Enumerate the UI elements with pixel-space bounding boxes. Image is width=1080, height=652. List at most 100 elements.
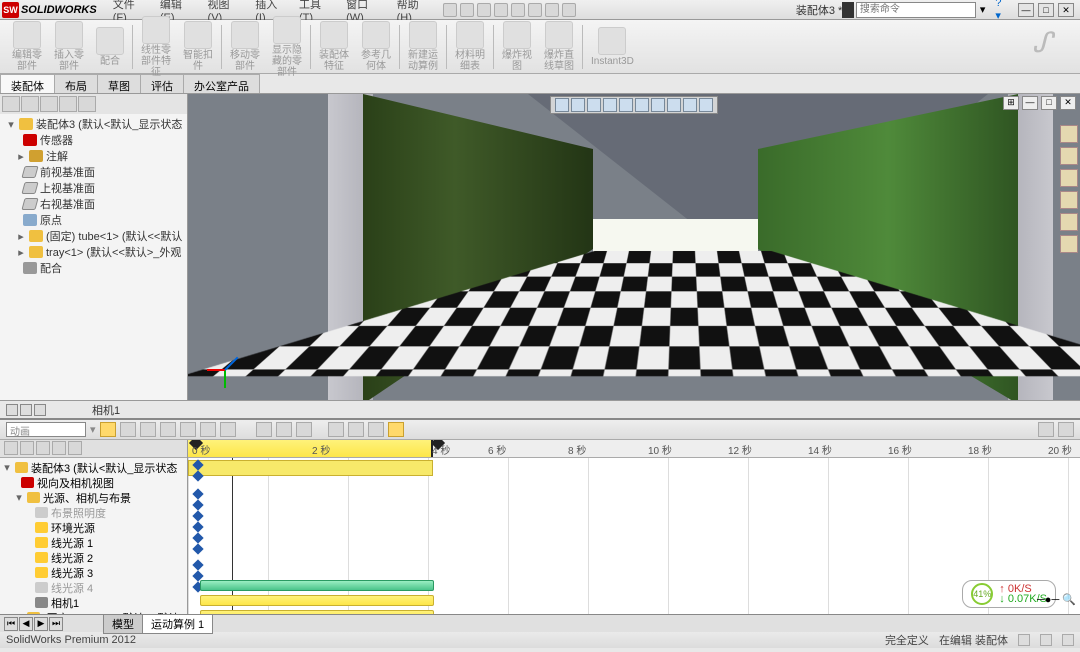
- new-motion-study-icon[interactable]: [409, 21, 437, 49]
- qat-save-icon[interactable]: [477, 3, 491, 17]
- loop-icon[interactable]: [200, 422, 216, 437]
- taskpane-custom-icon[interactable]: [1060, 235, 1078, 253]
- tree-item[interactable]: 右视基准面: [40, 196, 95, 212]
- apply-scene-icon[interactable]: [683, 98, 697, 112]
- mtree-item[interactable]: 线光源 3: [51, 565, 93, 581]
- mtree-item[interactable]: 环境光源: [51, 520, 95, 536]
- status-custom-icon[interactable]: [1040, 634, 1052, 646]
- tree-item[interactable]: 前视基准面: [40, 164, 95, 180]
- scroll-marker-icon[interactable]: [34, 404, 46, 416]
- time-ruler[interactable]: 0 秒 2 秒 4 秒 6 秒 8 秒 10 秒 12 秒 14 秒 16 秒 …: [188, 440, 1080, 458]
- scroll-right-icon[interactable]: [20, 404, 32, 416]
- key-diamond-icon[interactable]: [192, 459, 203, 470]
- fm-tab-property-icon[interactable]: [21, 96, 39, 112]
- mtree-item[interactable]: 布景照明度: [51, 505, 106, 521]
- close-button[interactable]: ✕: [1058, 3, 1074, 17]
- filter-icon[interactable]: [4, 441, 18, 455]
- viewport-min-icon[interactable]: —: [1022, 96, 1038, 110]
- timeline-bar-tray[interactable]: [200, 610, 434, 614]
- playback-speed-icon[interactable]: [180, 422, 196, 437]
- tab-assembly[interactable]: 装配体: [0, 74, 55, 93]
- key-diamond-icon[interactable]: [192, 532, 203, 543]
- fm-tab-dim-icon[interactable]: [59, 96, 77, 112]
- time-range-bar[interactable]: [188, 460, 433, 476]
- orientation-triad[interactable]: [204, 350, 244, 390]
- viewport-max-icon[interactable]: □: [1041, 96, 1057, 110]
- filter-anim-icon[interactable]: [20, 441, 34, 455]
- key-diamond-icon[interactable]: [192, 510, 203, 521]
- mtree-item[interactable]: 光源、相机与布景: [43, 490, 131, 506]
- scroll-left-icon[interactable]: [6, 404, 18, 416]
- key-diamond-icon[interactable]: [192, 499, 203, 510]
- tree-item[interactable]: 上视基准面: [40, 180, 95, 196]
- search-icon[interactable]: [842, 2, 854, 18]
- instant3d-icon[interactable]: [598, 27, 626, 55]
- key-diamond-icon[interactable]: [192, 559, 203, 570]
- bom-icon[interactable]: [456, 21, 484, 49]
- key-diamond-icon[interactable]: [192, 543, 203, 554]
- explode-sketch-icon[interactable]: [545, 21, 573, 49]
- smart-fasteners-icon[interactable]: [184, 21, 212, 49]
- fm-tab-config-icon[interactable]: [40, 96, 58, 112]
- help-icon[interactable]: ? ▾: [989, 0, 1012, 22]
- play-icon[interactable]: [140, 422, 156, 437]
- tab-last-icon[interactable]: ⏭: [49, 617, 63, 631]
- qat-open-icon[interactable]: [460, 3, 474, 17]
- prev-view-icon[interactable]: [587, 98, 601, 112]
- collapse-icon[interactable]: [1038, 422, 1054, 437]
- mtree-item[interactable]: 相机1: [51, 595, 79, 611]
- zoom-slider-icon[interactable]: ─●─ 🔍: [1037, 593, 1076, 606]
- motion-tree[interactable]: ▾装配体3 (默认<默认_显示状态 视向及相机视图 ▾光源、相机与布景 布景照明…: [0, 458, 187, 614]
- tab-sketch[interactable]: 草图: [97, 74, 141, 93]
- tab-first-icon[interactable]: ⏮: [4, 617, 18, 631]
- qat-new-icon[interactable]: [443, 3, 457, 17]
- taskpane-appearance-icon[interactable]: [1060, 213, 1078, 231]
- hide-show-icon[interactable]: [651, 98, 665, 112]
- section-view-icon[interactable]: [603, 98, 617, 112]
- study-type-select[interactable]: 动画: [6, 422, 86, 437]
- mtree-item[interactable]: 线光源 4: [51, 580, 93, 596]
- view-orient-icon[interactable]: [619, 98, 633, 112]
- anim-wizard-icon[interactable]: [256, 422, 272, 437]
- linear-pattern-icon[interactable]: [142, 16, 170, 44]
- graphics-viewport[interactable]: ⊞ — □ ✕: [188, 94, 1080, 400]
- key-diamond-icon[interactable]: [192, 521, 203, 532]
- tab-model[interactable]: 模型: [103, 614, 143, 634]
- qat-redo-icon[interactable]: [528, 3, 542, 17]
- taskpane-resources-icon[interactable]: [1060, 125, 1078, 143]
- key-diamond-icon[interactable]: [192, 470, 203, 481]
- play-start-icon[interactable]: [120, 422, 136, 437]
- addkey-icon[interactable]: [296, 422, 312, 437]
- taskpane-explorer-icon[interactable]: [1060, 169, 1078, 187]
- mtree-item[interactable]: 线光源 2: [51, 550, 93, 566]
- move-component-icon[interactable]: [231, 21, 259, 49]
- insert-component-icon[interactable]: [55, 21, 83, 49]
- status-rebuild-icon[interactable]: [1062, 634, 1074, 646]
- contact-icon[interactable]: [368, 422, 384, 437]
- calculate-icon[interactable]: [100, 422, 116, 437]
- tab-layout[interactable]: 布局: [54, 74, 98, 93]
- tree-item[interactable]: tray<1> (默认<<默认>_外观: [46, 244, 181, 260]
- autokey-icon[interactable]: [276, 422, 292, 437]
- search-input[interactable]: [856, 2, 976, 18]
- tab-motion-study-1[interactable]: 运动算例 1: [142, 614, 213, 634]
- minimize-button[interactable]: —: [1018, 3, 1034, 17]
- filter-sel-icon[interactable]: [52, 441, 66, 455]
- tree-root[interactable]: 装配体3 (默认<默认_显示状态: [36, 116, 182, 132]
- ref-geometry-icon[interactable]: [362, 21, 390, 49]
- mate-icon[interactable]: [96, 27, 124, 55]
- edit-appearance-icon[interactable]: [667, 98, 681, 112]
- assembly-features-icon[interactable]: [320, 21, 348, 49]
- tree-item[interactable]: 注解: [46, 148, 68, 164]
- status-unit-icon[interactable]: [1018, 634, 1030, 646]
- search-dropdown-icon[interactable]: ▾: [976, 3, 990, 16]
- mtree-root[interactable]: 装配体3 (默认<默认_显示状态: [31, 460, 177, 476]
- exploded-view-icon[interactable]: [503, 21, 531, 49]
- zoom-area-icon[interactable]: [571, 98, 585, 112]
- save-anim-icon[interactable]: [220, 422, 236, 437]
- expand-icon[interactable]: [1058, 422, 1074, 437]
- qat-rebuild-icon[interactable]: [545, 3, 559, 17]
- qat-options-icon[interactable]: [562, 3, 576, 17]
- mtree-item[interactable]: 线光源 1: [51, 535, 93, 551]
- taskpane-library-icon[interactable]: [1060, 147, 1078, 165]
